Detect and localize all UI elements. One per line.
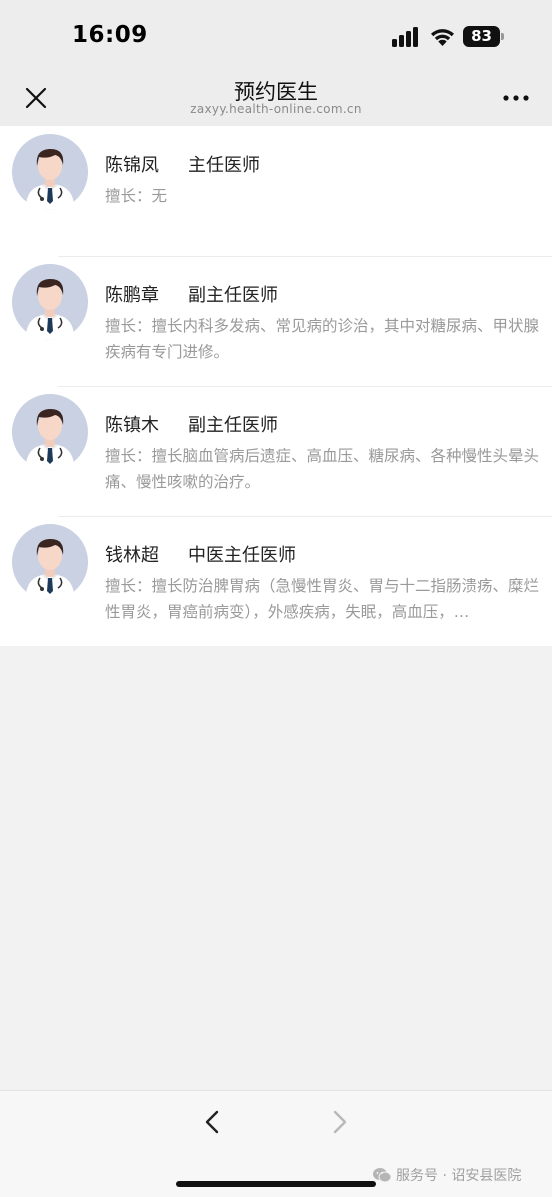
doctor-name: 陈锦凤 [105, 155, 159, 176]
watermark-text: 服务号 · 诏安县医院 [396, 1168, 522, 1184]
doctor-card[interactable]: 陈锦凤 主任医师 擅长：无 [0, 126, 552, 256]
doctor-title: 中医主任医师 [188, 545, 296, 566]
status-bar: 16:09 83 [0, 0, 552, 72]
doctor-specialty: 擅长：擅长内科多发病、常见病的诊治，其中对糖尿病、甲状腺疾病有专门进修。 [105, 317, 540, 361]
doctor-title: 主任医师 [188, 155, 260, 176]
doctor-name: 陈鹏章 [105, 285, 159, 306]
doctor-specialty: 擅长：无 [105, 187, 168, 205]
home-indicator [176, 1181, 376, 1187]
doctor-list: 陈锦凤 主任医师 擅长：无 陈鹏章 副主任医师 擅长：擅长内科多发病、常见病的诊… [0, 126, 552, 646]
doctor-card[interactable]: 陈鹏章 副主任医师 擅长：擅长内科多发病、常见病的诊治，其中对糖尿病、甲状腺疾病… [0, 256, 552, 386]
battery-icon: 83 [463, 26, 505, 47]
doctor-name: 陈镇木 [105, 415, 159, 436]
more-icon[interactable] [498, 84, 534, 112]
doctor-specialty: 擅长：擅长防治脾胃病（急慢性胃炎、胃与十二指肠溃疡、糜烂性胃炎，胃癌前病变），外… [105, 577, 540, 621]
doctor-title: 副主任医师 [188, 285, 278, 306]
watermark: 服务号 · 诏安县医院 [372, 1164, 521, 1186]
doctor-avatar-icon [12, 394, 88, 470]
doctor-name: 钱林超 [105, 545, 159, 566]
doctor-avatar-icon [12, 134, 88, 210]
doctor-title: 副主任医师 [188, 415, 278, 436]
page-url: zaxyy.health-online.com.cn [190, 102, 362, 116]
nav-header: 预约医生 zaxyy.health-online.com.cn [0, 72, 552, 126]
doctor-specialty: 擅长：擅长脑血管病后遗症、高血压、糖尿病、各种慢性头晕头痛、慢性咳嗽的治疗。 [105, 447, 540, 491]
doctor-avatar-icon [12, 264, 88, 340]
wifi-icon [431, 29, 454, 46]
status-time: 16:09 [72, 22, 148, 48]
chevron-right-icon[interactable] [326, 1107, 354, 1137]
doctor-card[interactable]: 陈镇木 副主任医师 擅长：擅长脑血管病后遗症、高血压、糖尿病、各种慢性头晕头痛、… [0, 386, 552, 516]
wechat-icon [373, 1168, 392, 1183]
doctor-avatar-icon [12, 524, 88, 600]
battery-level: 83 [471, 27, 492, 45]
doctor-card[interactable]: 钱林超 中医主任医师 擅长：擅长防治脾胃病（急慢性胃炎、胃与十二指肠溃疡、糜烂性… [0, 516, 552, 646]
cellular-signal-icon [392, 27, 418, 47]
chevron-left-icon[interactable] [198, 1107, 226, 1137]
